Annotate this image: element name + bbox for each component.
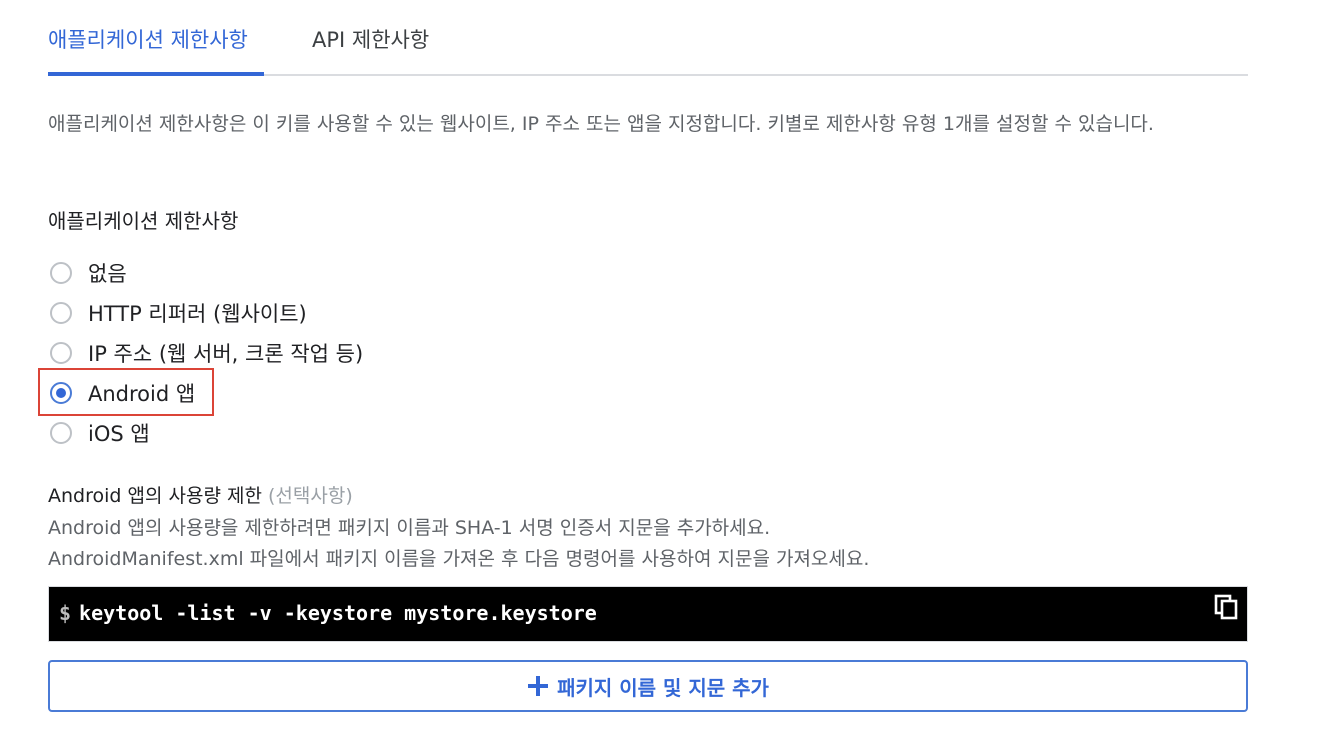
restrictions-description: 애플리케이션 제한사항은 이 키를 사용할 수 있는 웹사이트, IP 주소 또… xyxy=(48,113,1154,135)
radio-button[interactable] xyxy=(50,342,72,364)
radio-option-ip-address[interactable]: IP 주소 (웹 서버, 크론 작업 등) xyxy=(48,335,363,371)
radio-option-none[interactable]: 없음 xyxy=(48,255,127,291)
radio-button[interactable] xyxy=(50,262,72,284)
radio-option-http-referrer[interactable]: HTTP 리퍼러 (웹사이트) xyxy=(48,295,307,331)
tab-label: 애플리케이션 제한사항 xyxy=(48,28,248,52)
android-usage-title: Android 앱의 사용량 제한 (선택사항) xyxy=(48,482,353,510)
radio-button[interactable] xyxy=(50,422,72,444)
tab-application-restrictions[interactable]: 애플리케이션 제한사항 xyxy=(48,26,248,54)
plus-icon xyxy=(527,675,549,697)
restrictions-panel: 애플리케이션 제한사항 API 제한사항 애플리케이션 제한사항은 이 키를 사… xyxy=(38,0,1248,712)
section-title: 애플리케이션 제한사항 xyxy=(48,209,239,233)
android-help-line-1: Android 앱의 사용량을 제한하려면 패키지 이름과 SHA-1 서명 인… xyxy=(48,517,771,539)
add-package-fingerprint-button[interactable]: 패키지 이름 및 지문 추가 xyxy=(48,660,1248,712)
tab-api-restrictions[interactable]: API 제한사항 xyxy=(312,26,429,54)
radio-button-checked[interactable] xyxy=(50,382,72,404)
radio-label: Android 앱 xyxy=(88,382,196,406)
copy-icon[interactable] xyxy=(1213,593,1241,621)
command-code-block: $ keytool -list -v -keystore mystore.keys… xyxy=(48,586,1248,642)
radio-option-ios-app[interactable]: iOS 앱 xyxy=(48,415,150,451)
optional-label: (선택사항) xyxy=(267,485,353,507)
android-usage-title-text: Android 앱의 사용량 제한 xyxy=(48,485,262,507)
tab-bar: 애플리케이션 제한사항 API 제한사항 xyxy=(48,0,1248,76)
radio-button[interactable] xyxy=(50,302,72,324)
radio-label: 없음 xyxy=(88,262,127,286)
tab-label: API 제한사항 xyxy=(312,28,430,52)
radio-option-android-app[interactable]: Android 앱 xyxy=(48,375,195,411)
active-tab-indicator xyxy=(48,72,264,76)
shell-prompt: $ xyxy=(59,601,72,625)
radio-label: HTTP 리퍼러 (웹사이트) xyxy=(88,302,307,326)
android-help-line-2: AndroidManifest.xml 파일에서 패키지 이름을 가져온 후 다… xyxy=(48,548,870,570)
add-button-label: 패키지 이름 및 지문 추가 xyxy=(557,675,769,700)
radio-label: IP 주소 (웹 서버, 크론 작업 등) xyxy=(88,342,364,366)
radio-label: iOS 앱 xyxy=(88,422,150,446)
code-command[interactable]: keytool -list -v -keystore mystore.keyst… xyxy=(79,601,597,625)
code-line[interactable]: $ keytool -list -v -keystore mystore.keys… xyxy=(59,601,597,625)
